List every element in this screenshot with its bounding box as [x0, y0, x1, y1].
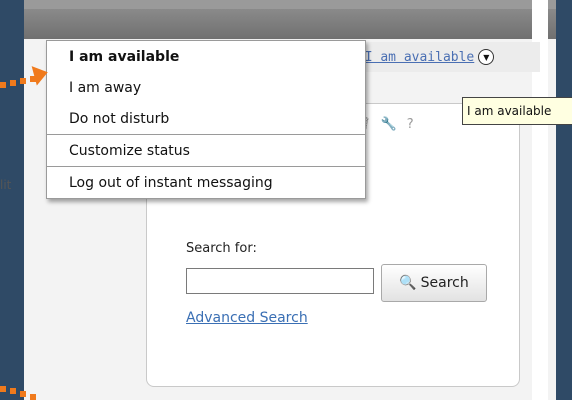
arrow-dot [20, 391, 26, 397]
header-band [24, 9, 556, 39]
search-input[interactable] [186, 268, 374, 294]
arrow-dot [30, 394, 36, 400]
help-icon[interactable]: ? [407, 117, 414, 132]
menu-item-customize-status[interactable]: Customize status [47, 135, 365, 166]
menu-item-available[interactable]: I am available [47, 41, 365, 72]
menu-item-away[interactable]: I am away [47, 72, 365, 103]
search-label: Search for: [186, 241, 257, 256]
top-strip [24, 0, 556, 9]
chevron-down-icon[interactable]: ▼ [478, 49, 495, 65]
magnifier-icon: 🔍 [399, 275, 417, 291]
status-control: ☻ I am available ▼ [338, 42, 540, 72]
arrow-dot [10, 388, 16, 394]
search-button-label: Search [420, 275, 469, 291]
status-tooltip: I am available [462, 97, 572, 125]
status-menu: I am available I am away Do not disturb … [46, 40, 366, 199]
arrow-dot [20, 78, 26, 84]
edit-fragment: lit [0, 178, 12, 192]
search-button[interactable]: 🔍 Search [381, 264, 487, 302]
advanced-search-link[interactable]: Advanced Search [186, 310, 308, 326]
arrow-dot [10, 80, 16, 86]
menu-item-do-not-disturb[interactable]: Do not disturb [47, 103, 365, 134]
wrench-icon[interactable]: 🔧 [381, 117, 397, 132]
arrow-dot [0, 82, 6, 88]
status-link[interactable]: I am available [365, 50, 475, 65]
arrow-dot [0, 386, 6, 392]
menu-item-log-out[interactable]: Log out of instant messaging [47, 167, 365, 198]
